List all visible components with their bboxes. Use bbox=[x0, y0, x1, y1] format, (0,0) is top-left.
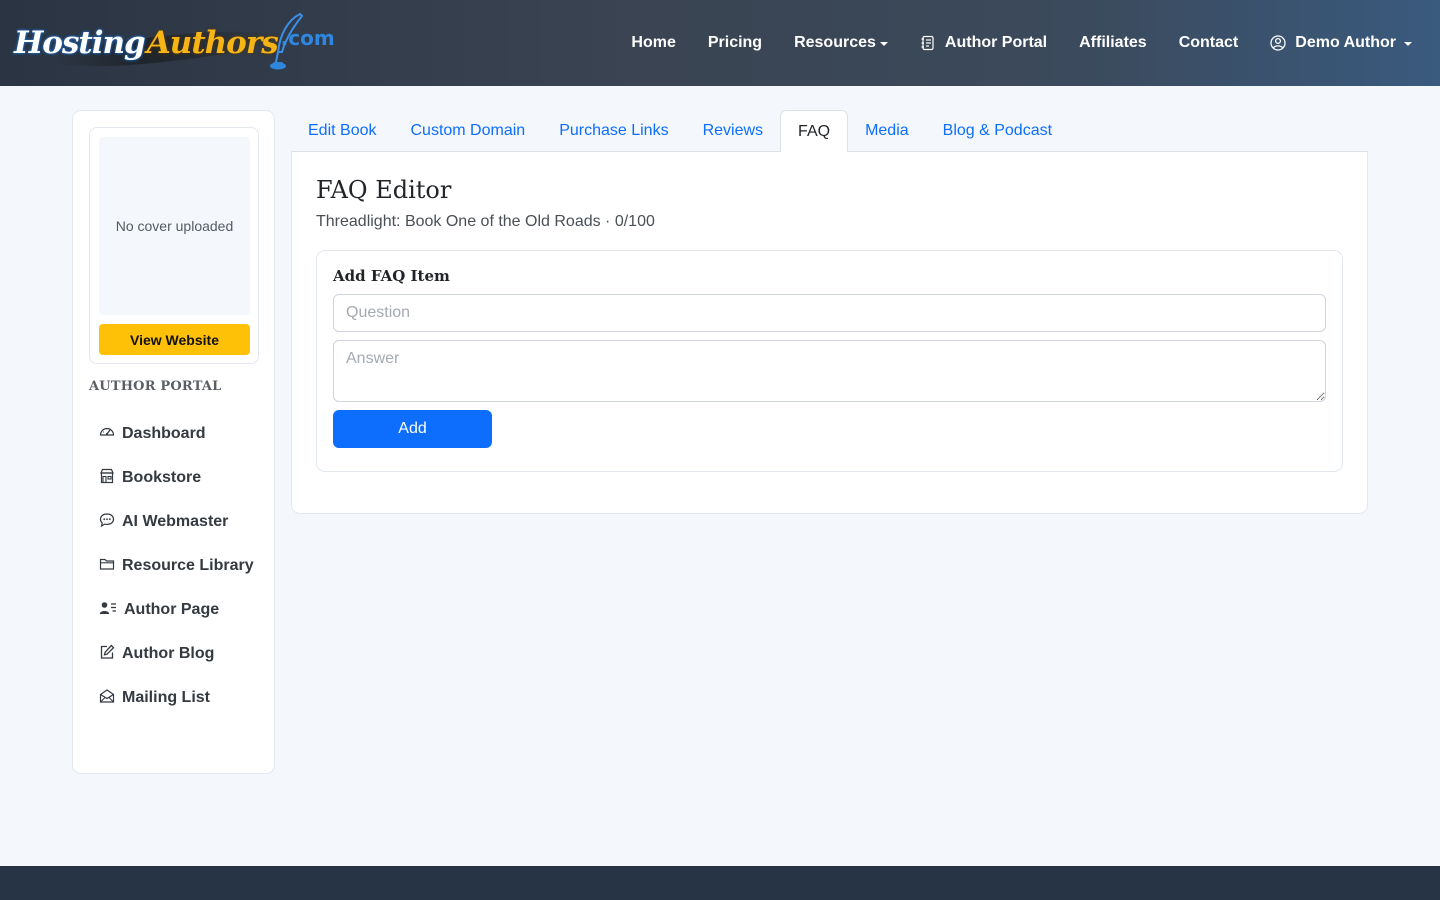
speedometer-icon bbox=[99, 427, 115, 436]
add-faq-title: Add FAQ Item bbox=[333, 267, 450, 285]
sidebar-heading: AUTHOR PORTAL bbox=[89, 379, 222, 394]
page-footer bbox=[0, 866, 1440, 900]
sidebar-item-author-blog[interactable]: Author Blog bbox=[99, 642, 269, 666]
nav-resources-dropdown[interactable]: Resources bbox=[794, 34, 888, 52]
book-cover-card: No cover uploaded View Website bbox=[89, 127, 259, 364]
brand-word-authors: Authors bbox=[146, 25, 279, 61]
book-cover-placeholder: No cover uploaded bbox=[99, 137, 250, 315]
chat-dots-icon bbox=[99, 513, 115, 528]
sidebar-item-label: Author Blog bbox=[122, 645, 215, 662]
book-editor-tabs: Edit Book Custom Domain Purchase Links R… bbox=[291, 110, 1368, 153]
top-navbar: Hosting Authors .com Home Pricing Resour… bbox=[0, 0, 1440, 86]
caret-down-icon bbox=[879, 42, 888, 46]
sidebar-item-label: Mailing List bbox=[122, 689, 210, 706]
nav-user-label: Demo Author bbox=[1295, 34, 1396, 51]
person-lines-icon bbox=[99, 602, 116, 614]
nav-user-dropdown[interactable]: Demo Author bbox=[1270, 34, 1412, 52]
sidebar-item-ai-webmaster[interactable]: AI Webmaster bbox=[99, 510, 269, 534]
folder-icon bbox=[99, 558, 115, 570]
add-faq-button[interactable]: Add bbox=[333, 410, 492, 448]
brand-logo[interactable]: Hosting Authors .com bbox=[14, 12, 335, 74]
person-circle-icon bbox=[1270, 35, 1286, 51]
sidebar-item-label: Author Page bbox=[124, 601, 220, 618]
nav-author-portal-label: Author Portal bbox=[944, 34, 1048, 51]
journal-text-icon bbox=[921, 35, 934, 51]
sidebar-item-author-page[interactable]: Author Page bbox=[99, 598, 269, 622]
sidebar-item-bookstore[interactable]: Bookstore bbox=[99, 466, 269, 490]
sidebar-item-label: AI Webmaster bbox=[122, 513, 229, 530]
answer-textarea[interactable] bbox=[333, 340, 1326, 402]
quill-pen-icon bbox=[270, 12, 304, 70]
sidebar-item-resource-library[interactable]: Resource Library bbox=[99, 554, 269, 578]
author-sidebar: No cover uploaded View Website AUTHOR PO… bbox=[72, 110, 275, 774]
sidebar-item-dashboard[interactable]: Dashboard bbox=[99, 422, 269, 446]
sidebar-item-label: Dashboard bbox=[122, 425, 206, 442]
tab-blog-podcast[interactable]: Blog & Podcast bbox=[926, 110, 1069, 152]
book-subtitle: Threadlight: Book One of the Old Roads ·… bbox=[316, 213, 655, 230]
nav-home[interactable]: Home bbox=[631, 34, 675, 52]
pencil-square-icon bbox=[100, 644, 115, 659]
brand-word-hosting: Hosting bbox=[14, 25, 146, 61]
tab-edit-book[interactable]: Edit Book bbox=[291, 110, 393, 152]
nav-pricing[interactable]: Pricing bbox=[708, 34, 762, 52]
sidebar-item-label: Bookstore bbox=[122, 469, 202, 486]
page-title: FAQ Editor bbox=[316, 176, 452, 204]
faq-editor-panel: FAQ Editor Threadlight: Book One of the … bbox=[291, 152, 1368, 514]
sidebar-item-label: Resource Library bbox=[122, 557, 254, 574]
caret-down-icon bbox=[1404, 42, 1412, 46]
nav-resources-label: Resources bbox=[794, 34, 876, 51]
view-website-button[interactable]: View Website bbox=[99, 324, 250, 355]
tab-faq[interactable]: FAQ bbox=[780, 110, 849, 153]
tab-media[interactable]: Media bbox=[848, 110, 926, 152]
nav-affiliates[interactable]: Affiliates bbox=[1079, 34, 1147, 52]
add-faq-card: Add FAQ Item Add bbox=[316, 250, 1343, 472]
main-nav: Home Pricing Resources Author Portal Aff… bbox=[599, 0, 1412, 86]
sidebar-menu: Dashboard Bookstore AI Webmaster Resourc… bbox=[99, 422, 269, 730]
tab-reviews[interactable]: Reviews bbox=[686, 110, 780, 152]
sidebar-item-mailing-list[interactable]: Mailing List bbox=[99, 686, 269, 710]
nav-contact[interactable]: Contact bbox=[1179, 34, 1239, 52]
shop-icon bbox=[100, 468, 114, 484]
tab-purchase-links[interactable]: Purchase Links bbox=[542, 110, 685, 152]
nav-author-portal[interactable]: Author Portal bbox=[920, 34, 1047, 52]
envelope-open-icon bbox=[99, 689, 115, 703]
question-input[interactable] bbox=[333, 294, 1326, 332]
tab-custom-domain[interactable]: Custom Domain bbox=[393, 110, 542, 152]
